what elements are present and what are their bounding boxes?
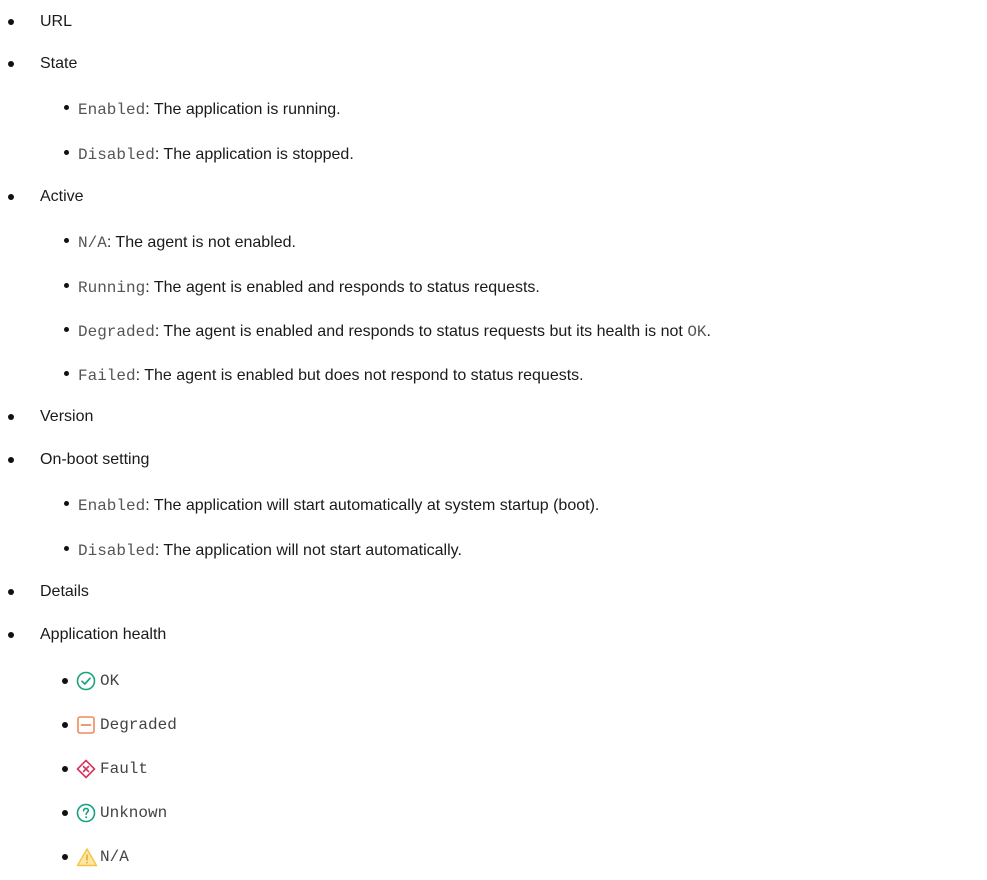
- list-item-label: Details: [40, 583, 89, 600]
- fault-x-icon: [76, 759, 96, 779]
- list-item-label: Application health: [40, 626, 167, 643]
- health-label: N/A: [100, 848, 129, 866]
- sublist-item-content: Enabled: The application will start auto…: [78, 494, 599, 518]
- ok-check-icon: [76, 671, 96, 691]
- list-item-label: On-boot setting: [40, 451, 150, 468]
- health-label: OK: [100, 672, 120, 690]
- description: : The application is stopped.: [154, 146, 354, 163]
- sublist-item-content: Disabled: The application will not start…: [78, 539, 462, 563]
- bullet: [64, 371, 69, 376]
- description: : The agent is enabled and responds to s…: [154, 323, 688, 340]
- code-term: Enabled: [78, 101, 146, 119]
- bullet: [64, 150, 69, 155]
- bullet: [64, 501, 69, 506]
- bullet: [62, 678, 68, 684]
- description: : The agent is enabled but does not resp…: [135, 367, 584, 384]
- sublist-item-content: Failed: The agent is enabled but does no…: [78, 364, 584, 388]
- list-item-label: Active: [40, 188, 84, 205]
- bullet: [8, 61, 14, 67]
- warning-triangle-icon: [76, 847, 98, 867]
- bullet: [8, 457, 14, 463]
- bullet: [64, 105, 69, 110]
- description: .: [706, 323, 711, 340]
- sublist-item-content: Disabled: The application is stopped.: [78, 143, 354, 167]
- health-label: Degraded: [100, 716, 177, 734]
- sublist-item-content: N/A: The agent is not enabled.: [78, 231, 296, 255]
- bullet: [62, 854, 68, 860]
- list-item-label: URL: [40, 13, 73, 30]
- bullet: [64, 546, 69, 551]
- health-label: Unknown: [100, 804, 168, 822]
- description: : The agent is not enabled.: [106, 234, 296, 251]
- bullet: [8, 194, 14, 200]
- health-label: Fault: [100, 760, 149, 778]
- bullet: [64, 283, 69, 288]
- code-term: Disabled: [78, 542, 155, 560]
- health-item-content: Fault: [76, 757, 148, 781]
- degraded-minus-icon: [76, 715, 96, 735]
- code-term: OK: [687, 323, 707, 341]
- sublist-item-content: Enabled: The application is running.: [78, 98, 341, 122]
- health-item-content: Degraded: [76, 713, 177, 737]
- sublist-item-content: Degraded: The agent is enabled and respo…: [78, 320, 711, 344]
- description: : The application will not start automat…: [154, 542, 462, 559]
- bullet: [62, 722, 68, 728]
- code-term: Degraded: [78, 323, 155, 341]
- code-term: Running: [78, 279, 146, 297]
- health-item-content: OK: [76, 669, 119, 693]
- description: : The agent is enabled and responds to s…: [145, 279, 540, 296]
- list-item-label: Version: [40, 408, 94, 425]
- code-term: Disabled: [78, 146, 155, 164]
- unknown-question-icon: [76, 803, 96, 823]
- bullet: [62, 766, 68, 772]
- code-term: Enabled: [78, 497, 146, 515]
- bullet: [8, 414, 14, 420]
- health-item-content: N/A: [76, 845, 129, 869]
- bullet: [62, 810, 68, 816]
- bullet: [8, 632, 14, 638]
- bullet: [8, 19, 14, 25]
- bullet: [64, 327, 69, 332]
- sublist-item-content: Running: The agent is enabled and respon…: [78, 276, 540, 300]
- code-term: Failed: [78, 367, 136, 385]
- bullet: [8, 589, 14, 595]
- description: : The application will start automatical…: [145, 497, 600, 514]
- list-item-label: State: [40, 55, 78, 72]
- code-term: N/A: [78, 234, 107, 252]
- bullet: [64, 238, 69, 243]
- description: : The application is running.: [145, 101, 341, 118]
- health-item-content: Unknown: [76, 801, 167, 825]
